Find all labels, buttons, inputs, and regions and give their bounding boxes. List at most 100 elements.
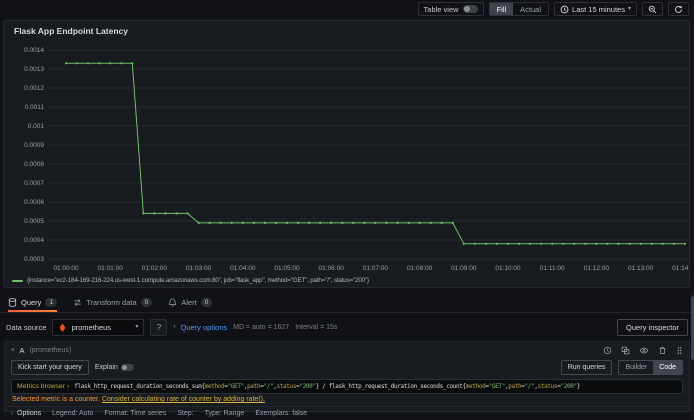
svg-text:0.0012: 0.0012 [24, 85, 44, 92]
svg-text:01:11:00: 01:11:00 [540, 265, 565, 272]
datasource-help-button[interactable]: ? [150, 318, 168, 336]
datasource-select[interactable]: prometheus ▾ [52, 318, 145, 336]
option-legend: Legend: Auto [52, 410, 94, 417]
option-step: Step: [177, 410, 194, 417]
toggle-visibility-button[interactable] [639, 346, 649, 355]
svg-text:01:10:00: 01:10:00 [495, 265, 521, 272]
svg-text:0.0006: 0.0006 [24, 199, 44, 206]
svg-text:0.0013: 0.0013 [24, 66, 44, 73]
tab-alert-label: Alert [181, 297, 197, 307]
table-view-toggle[interactable] [462, 5, 478, 13]
svg-text:0.0003: 0.0003 [24, 256, 44, 263]
svg-text:01:07:00: 01:07:00 [363, 265, 389, 272]
actual-mode-button[interactable]: Actual [513, 3, 548, 15]
svg-text:0.0004: 0.0004 [24, 237, 44, 244]
refresh-button[interactable] [668, 2, 689, 16]
query-row-card: ˅ A (prometheus) Kick start your query E… [4, 341, 690, 417]
explain-toggle[interactable] [120, 364, 134, 371]
svg-text:01:05:00: 01:05:00 [274, 265, 300, 272]
editor-mode-group: Builder Code [618, 360, 683, 375]
chart-legend: {instance="ec2-184-169-216-224.us-west-1… [12, 277, 369, 284]
option-format: Format: Time series [104, 410, 167, 417]
time-range-picker[interactable]: Last 15 minutes ▾ [554, 2, 637, 16]
svg-text:0.0009: 0.0009 [24, 142, 44, 149]
caret-down-icon: ▾ [135, 324, 139, 330]
svg-text:01:06:00: 01:06:00 [319, 265, 345, 272]
svg-text:01:03:00: 01:03:00 [186, 265, 212, 272]
option-exemplars: Exemplars: false [255, 410, 308, 417]
explain-group: Explain [95, 364, 134, 371]
tab-transform-label: Transform data [86, 297, 137, 307]
clock-icon [560, 5, 569, 13]
series-swatch [12, 279, 23, 282]
svg-text:01:08:00: 01:08:00 [407, 265, 433, 272]
tab-alert[interactable]: Alert 0 [168, 292, 213, 312]
promql-expression[interactable]: flask_http_request_duration_seconds_sum{… [74, 383, 580, 390]
svg-text:0.0014: 0.0014 [24, 47, 44, 54]
table-view-label: Table view [423, 4, 459, 14]
chevron-right-icon: › [11, 410, 13, 417]
run-queries-button[interactable]: Run queries [560, 360, 613, 375]
trash-icon [659, 347, 666, 355]
max-data-points-summary: MD = auto = 1627 [233, 323, 290, 331]
query-options-footer: › Options Legend: Auto Format: Time seri… [5, 406, 689, 420]
help-icon: ? [156, 322, 162, 332]
view-mode-group: Fill Actual [488, 2, 550, 16]
query-ref-id: A [19, 346, 25, 355]
counter-warning: Selected metric is a counter. Consider c… [12, 396, 682, 403]
tab-query-count: 1 [45, 297, 58, 307]
svg-text:01:02:00: 01:02:00 [142, 265, 168, 272]
svg-text:01:00:00: 01:00:00 [53, 265, 79, 272]
interval-summary: Interval = 15s [295, 323, 338, 331]
query-history-button[interactable] [603, 346, 612, 355]
tab-query[interactable]: Query 1 [8, 292, 58, 312]
latency-panel: Flask App Endpoint Latency 0.0014 0.0013 0… [3, 20, 690, 288]
time-range-label: Last 15 minutes [572, 4, 625, 14]
svg-text:01:04:00: 01:04:00 [230, 265, 256, 272]
collapse-chevron-icon[interactable]: ˅ [11, 348, 15, 354]
query-options-toggle[interactable]: › Query options [173, 323, 227, 332]
option-type: Type: Range [204, 410, 245, 417]
table-view-group: Table view [417, 2, 484, 16]
tab-alert-count: 0 [200, 297, 213, 307]
chevron-right-icon: › [173, 324, 176, 330]
latency-chart[interactable]: 0.0014 0.0013 0.0012 0.0011 0.001 0.0009 0.000… [4, 21, 689, 273]
tab-transform-data[interactable]: Transform data 0 [73, 292, 153, 312]
editor-tabs: Query 1 Transform data 0 Alert 0 [0, 292, 694, 313]
eye-icon [639, 347, 649, 354]
svg-text:01:09:00: 01:09:00 [451, 265, 477, 272]
code-mode-button[interactable]: Code [653, 361, 682, 374]
metrics-browser-toggle[interactable]: Metrics browser › [17, 383, 69, 390]
drag-handle[interactable] [676, 346, 683, 355]
svg-text:01:01:00: 01:01:00 [98, 265, 124, 272]
refresh-icon [675, 5, 682, 13]
duplicate-query-button[interactable] [621, 346, 630, 355]
query-inspector-button[interactable]: Query inspector [617, 318, 688, 336]
tab-transform-count: 0 [140, 297, 153, 307]
query-options-label: Query options [180, 322, 228, 332]
query-row-header: ˅ A (prometheus) [5, 342, 689, 357]
query-expression-field[interactable]: Metrics browser › flask_http_request_dur… [11, 379, 683, 394]
counter-warning-link[interactable]: Consider calculating rate of counter by … [102, 396, 265, 403]
datasource-row: Data source prometheus ▾ ? › Query optio… [0, 314, 694, 340]
query-datasource-hint: (prometheus) [29, 347, 72, 354]
database-icon [8, 297, 17, 307]
tab-query-label: Query [21, 297, 42, 307]
caret-down-icon: ▾ [627, 6, 631, 12]
transform-icon [74, 298, 81, 306]
svg-text:0.0005: 0.0005 [24, 218, 44, 225]
prometheus-icon [60, 322, 66, 331]
options-toggle[interactable]: › Options [11, 410, 41, 417]
builder-mode-button[interactable]: Builder [619, 361, 653, 374]
series-label[interactable]: {instance="ec2-184-169-216-224.us-west-1… [27, 277, 369, 284]
clock-icon [603, 346, 612, 355]
kick-start-query-button[interactable]: Kick start your query [11, 360, 89, 375]
remove-query-button[interactable] [658, 346, 667, 355]
bell-icon [169, 298, 177, 306]
fill-mode-button[interactable]: Fill [489, 3, 514, 15]
zoom-out-button[interactable] [642, 2, 663, 16]
svg-text:01:14:00: 01:14:00 [672, 265, 690, 272]
datasource-value: prometheus [71, 322, 112, 332]
options-label: Options [17, 410, 42, 417]
svg-text:0.0008: 0.0008 [24, 161, 44, 168]
